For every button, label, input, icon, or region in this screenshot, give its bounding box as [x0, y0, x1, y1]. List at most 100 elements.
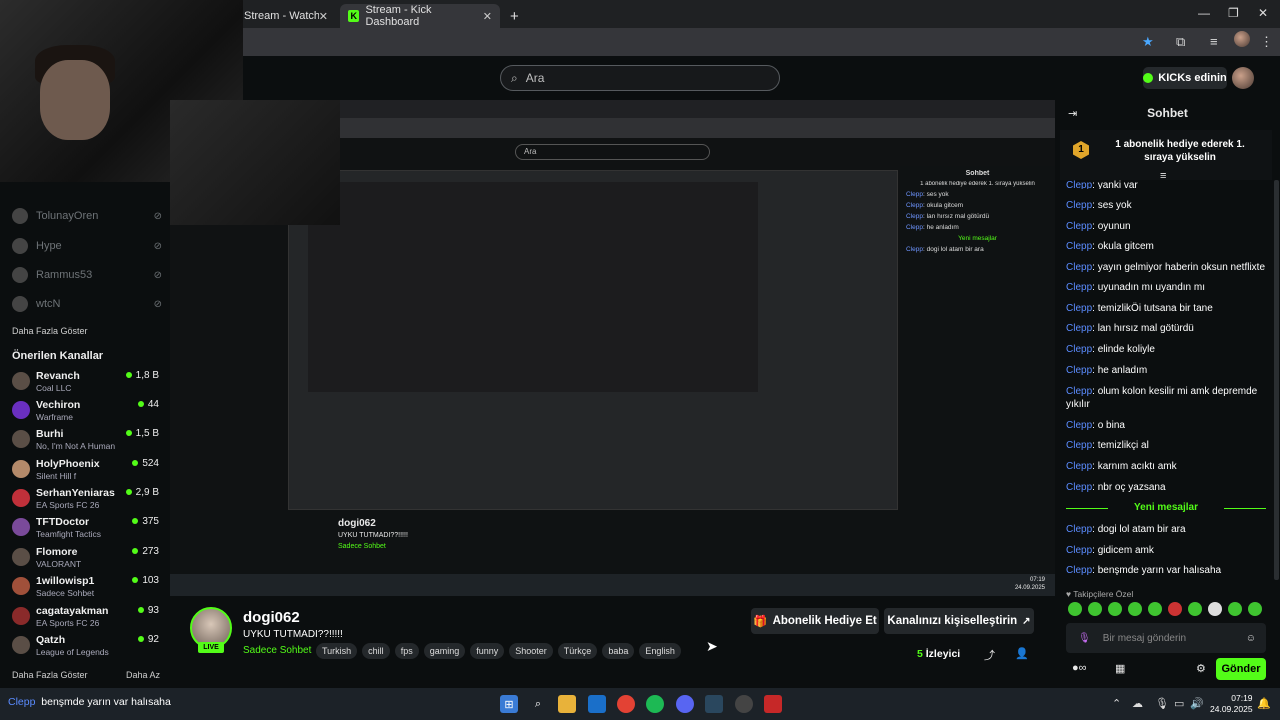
bookmark-star-icon[interactable]: ★ [1142, 34, 1154, 50]
recommended-channel[interactable]: Qatzh League of Legends 92 [12, 634, 162, 662]
followed-channel[interactable]: wtcN ⊘ [12, 296, 162, 312]
emote-icon[interactable] [1188, 602, 1202, 616]
channel-points-icon[interactable]: ●∞ [1072, 662, 1087, 674]
tab-watch-live[interactable]: Stream - Watch Live o ✕ [236, 4, 336, 28]
close-window-icon[interactable]: ✕ [1258, 6, 1268, 20]
close-tab-icon[interactable]: ✕ [319, 10, 328, 23]
emoji-icon[interactable]: ☺ [1246, 633, 1256, 644]
emote-icon[interactable] [1128, 602, 1142, 616]
avatar [12, 518, 30, 536]
file-explorer-icon[interactable] [558, 695, 576, 713]
stream-category[interactable]: Sadece Sohbet [243, 645, 311, 656]
emote-icon[interactable] [1168, 602, 1182, 616]
user-settings-icon[interactable]: 👤 [1015, 647, 1029, 660]
chat-title: Sohbet [1147, 106, 1188, 120]
discord-icon[interactable] [676, 695, 694, 713]
tag[interactable]: Shooter [509, 643, 553, 659]
tab-kick-dashboard[interactable]: K Stream - Kick Dashboard ✕ [340, 4, 500, 28]
chat-scrollbar[interactable] [1274, 180, 1279, 580]
recommended-channel[interactable]: 1willowisp1 Sadece Sohbet 103 [12, 575, 162, 603]
tag[interactable]: Turkish [316, 643, 358, 659]
windows-start-icon[interactable]: ⊞ [500, 695, 518, 713]
followed-channel[interactable]: Rammus53 ⊘ [12, 267, 162, 283]
microphone-icon[interactable]: 🎙 [1078, 633, 1091, 644]
tag[interactable]: chill [362, 643, 390, 659]
microphone-icon[interactable]: 🎙 [1155, 697, 1169, 710]
browser-menu-icon[interactable]: ⋮ [1260, 34, 1273, 50]
close-tab-icon[interactable]: ✕ [483, 10, 492, 23]
network-icon[interactable]: ▭ [1174, 697, 1184, 710]
steam-icon[interactable] [705, 695, 723, 713]
recommended-channel[interactable]: SerhanYeniaras EA Sports FC 26 2,9 B [12, 487, 162, 515]
emote-icon[interactable] [1108, 602, 1122, 616]
tag[interactable]: English [639, 643, 681, 659]
video-chat-message: Clepp: okula gitcem [906, 202, 964, 209]
search-icon[interactable]: ⌕ [529, 695, 547, 713]
show-more-followed-link[interactable]: Daha Fazla Göster [12, 326, 88, 336]
tag[interactable]: funny [470, 643, 505, 659]
outlook-icon[interactable] [588, 695, 606, 713]
video-webcam [170, 100, 340, 225]
browser-profile-avatar[interactable] [1234, 31, 1250, 47]
video-player[interactable]: Ara Sohbet 1 abonelik hediye ederek 1. s… [170, 100, 1055, 596]
streamer-name[interactable]: dogi062 [243, 609, 300, 626]
recommended-channel[interactable]: Vechiron Warframe 44 [12, 399, 162, 427]
show-more-recommended-link[interactable]: Daha Fazla Göster [12, 670, 88, 680]
spotify-icon[interactable] [646, 695, 664, 713]
tab-label: Stream - Kick Dashboard [365, 4, 432, 28]
recommended-channel[interactable]: Revanch Coal LLC 1,8 B [12, 370, 162, 398]
recommended-channel[interactable]: HolyPhoenix Silent Hill f 524 [12, 458, 162, 486]
emote-icon[interactable] [1088, 602, 1102, 616]
emote-icon[interactable] [1248, 602, 1262, 616]
chrome-icon[interactable] [617, 695, 635, 713]
channel-category: Warframe [36, 412, 73, 422]
tag[interactable]: baba [602, 643, 635, 659]
tag[interactable]: Türkçe [557, 643, 598, 659]
show-less-link[interactable]: Daha Az [126, 670, 160, 680]
search-input[interactable]: ⌕ Ara [500, 65, 780, 91]
emote-icon[interactable] [1148, 602, 1162, 616]
send-button[interactable]: Gönder [1216, 658, 1266, 680]
share-icon[interactable]: ⤴ [984, 647, 995, 663]
emote-icon[interactable] [1208, 602, 1222, 616]
customize-channel-button[interactable]: Kanalınızı kişiselleştirin ↗ [884, 608, 1034, 634]
chat-message: Clepp: gidicem amk [1066, 545, 1154, 556]
system-clock[interactable]: 07:19 24.09.2025 [1210, 693, 1253, 715]
viewer-count: 1,5 B [126, 428, 159, 439]
maximize-icon[interactable]: ❐ [1228, 6, 1239, 20]
offline-icon: ⊘ [153, 298, 162, 310]
followed-channel[interactable]: TolunayOren ⊘ [12, 208, 162, 224]
minimize-icon[interactable]: — [1198, 6, 1210, 20]
extensions-icon[interactable]: ⧉ [1176, 34, 1185, 50]
emote-icon[interactable] [1228, 602, 1242, 616]
viewer-count: 524 [132, 458, 159, 469]
recommended-channel[interactable]: Burhi No, I'm Not A Human 1,5 B [12, 428, 162, 456]
store-icon[interactable]: ▦ [1115, 662, 1125, 675]
chat-input[interactable]: 🎙 Bir mesaj gönderin ☺ [1066, 623, 1266, 653]
chat-settings-icon[interactable]: ⚙ [1196, 662, 1206, 675]
chat-message: Clepp: olum kolon kesilir mi amk depremd… [1066, 386, 1258, 410]
app-icon[interactable] [764, 695, 782, 713]
recommended-channel[interactable]: cagatayakman EA Sports FC 26 93 [12, 605, 162, 633]
followed-channel[interactable]: Hype ⊘ [12, 238, 162, 254]
followed-name: Hype [36, 240, 62, 252]
tray-chevron-icon[interactable]: ⌃ [1112, 697, 1121, 710]
get-kicks-button[interactable]: KICKs edinin [1143, 67, 1227, 89]
recommended-channel[interactable]: TFTDoctor Teamfight Tactics 375 [12, 516, 162, 544]
video-stream-info: dogi062 UYKU TUTMADI??!!!!! Sadece Sohbe… [170, 510, 900, 580]
obs-icon[interactable] [735, 695, 753, 713]
volume-icon[interactable]: 🔊 [1190, 697, 1204, 710]
video-chat-message: Clepp: he anladım [906, 224, 959, 231]
tag[interactable]: fps [394, 643, 419, 659]
recommended-channel[interactable]: Flomore VALORANT 273 [12, 546, 162, 574]
notifications-icon[interactable]: 🔔 [1257, 697, 1271, 710]
user-avatar[interactable] [1232, 67, 1254, 89]
tag[interactable]: gaming [423, 643, 466, 659]
new-tab-button[interactable]: + [502, 4, 526, 28]
channel-category: Silent Hill f [36, 471, 77, 481]
channel-name: HolyPhoenix [36, 458, 100, 470]
gift-subscription-button[interactable]: 🎁 Abonelik Hediye Et [751, 608, 879, 634]
media-control-icon[interactable]: ≡ [1210, 34, 1218, 49]
emote-icon[interactable] [1068, 602, 1082, 616]
onedrive-icon[interactable]: ☁ [1132, 697, 1143, 710]
